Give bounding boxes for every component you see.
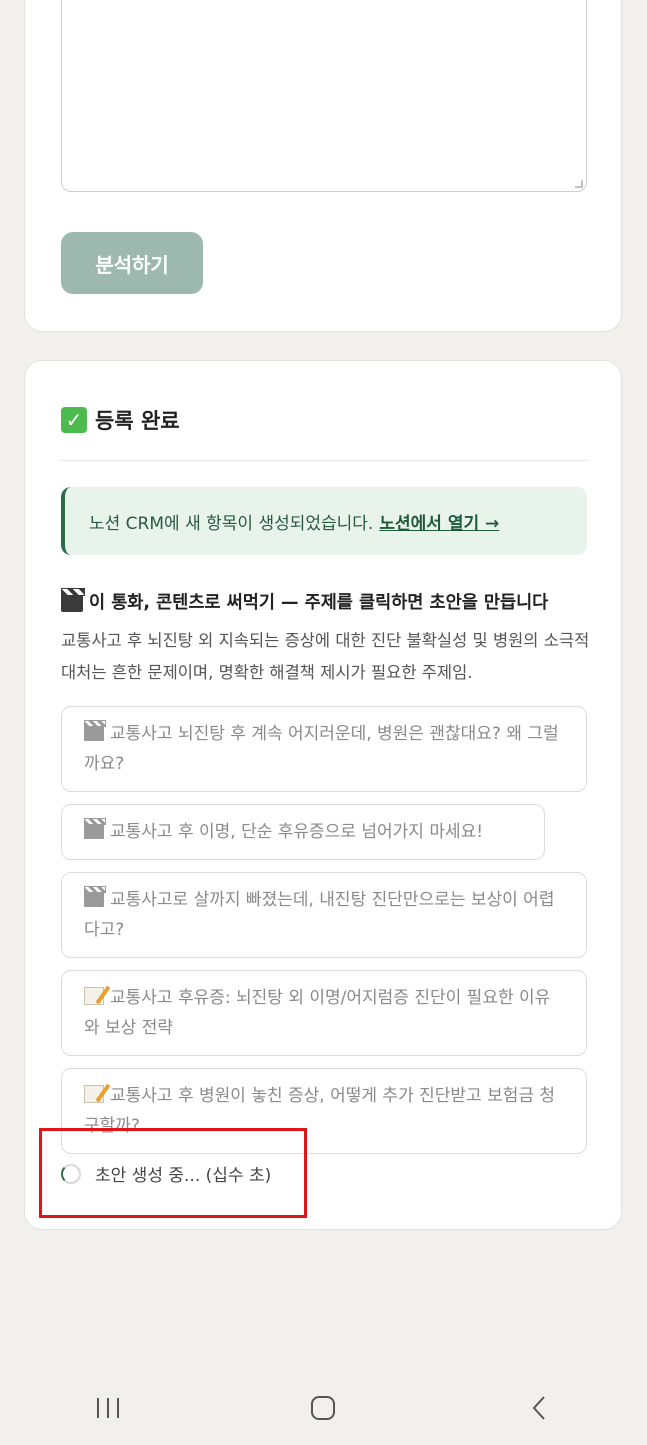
home-icon [311, 1395, 336, 1420]
divider [61, 460, 587, 461]
topic-item[interactable]: 교통사고 뇌진탕 후 계속 어지러운데, 병원은 괜찮대요? 왜 그럴까요? [61, 706, 587, 792]
topic-description: 교통사고 후 뇌진탕 외 지속되는 증상에 대한 진단 불확실성 및 병원의 소… [61, 631, 590, 682]
memo-icon [84, 1085, 104, 1103]
notice-text: 노션 CRM에 새 항목이 생성되었습니다. [89, 513, 374, 534]
content-section-title: 이 통화, 콘텐츠로 써먹기 — 주제를 클릭하면 초안을 만듭니다 [61, 587, 549, 614]
topic-text: 교통사고 후유증: 뇌진탕 외 이명/어지럼증 진단이 필요한 이유와 보상 전… [84, 988, 551, 1038]
result-title-text: 등록 완료 [95, 409, 180, 433]
topic-text: 교통사고 뇌진탕 후 계속 어지러운데, 병원은 괜찮대요? 왜 그럴까요? [84, 724, 559, 774]
topic-item[interactable]: 교통사고로 살까지 빠졌는데, 내진탕 진단만으로는 보상이 어렵다고? [61, 872, 587, 958]
notion-notice: 노션 CRM에 새 항목이 생성되었습니다. 노션에서 열기 → [61, 487, 587, 555]
home-button[interactable] [293, 1388, 353, 1428]
input-card: 분석하기 [24, 0, 622, 332]
call-transcript-textarea[interactable] [61, 0, 587, 192]
clapper-icon [84, 886, 106, 907]
back-icon [532, 1395, 545, 1420]
recent-apps-button[interactable] [78, 1388, 138, 1428]
section-title-text: 이 통화, 콘텐츠로 써먹기 — 주제를 클릭하면 초안을 만듭니다 [89, 593, 549, 613]
clapper-icon [61, 587, 85, 612]
topic-text: 교통사고 후 이명, 단순 후유증으로 넘어가지 마세요! [110, 822, 484, 842]
topic-item[interactable]: 교통사고 후유증: 뇌진탕 외 이명/어지럼증 진단이 필요한 이유와 보상 전… [61, 970, 587, 1056]
memo-icon [84, 987, 104, 1005]
highlight-box [39, 1128, 307, 1218]
back-button[interactable] [509, 1388, 569, 1428]
topic-text: 교통사고로 살까지 빠졌는데, 내진탕 진단만으로는 보상이 어렵다고? [84, 890, 555, 940]
recent-apps-icon [96, 1397, 119, 1418]
open-in-notion-link[interactable]: 노션에서 열기 → [379, 509, 499, 534]
system-nav-bar [0, 1370, 647, 1445]
check-mark-icon: ✓ [61, 407, 87, 433]
clapper-icon [84, 720, 106, 741]
result-card: ✓ 등록 완료 노션 CRM에 새 항목이 생성되었습니다. 노션에서 열기 →… [24, 360, 622, 1230]
analyze-button[interactable]: 분석하기 [61, 232, 203, 294]
resize-handle-icon[interactable] [575, 180, 583, 188]
topic-item[interactable]: 교통사고 후 이명, 단순 후유증으로 넘어가지 마세요! [61, 804, 545, 860]
clapper-icon [84, 818, 106, 839]
result-title: ✓ 등록 완료 [61, 405, 180, 435]
page: 분석하기 ✓ 등록 완료 노션 CRM에 새 항목이 생성되었습니다. 노션에서… [0, 0, 647, 1445]
